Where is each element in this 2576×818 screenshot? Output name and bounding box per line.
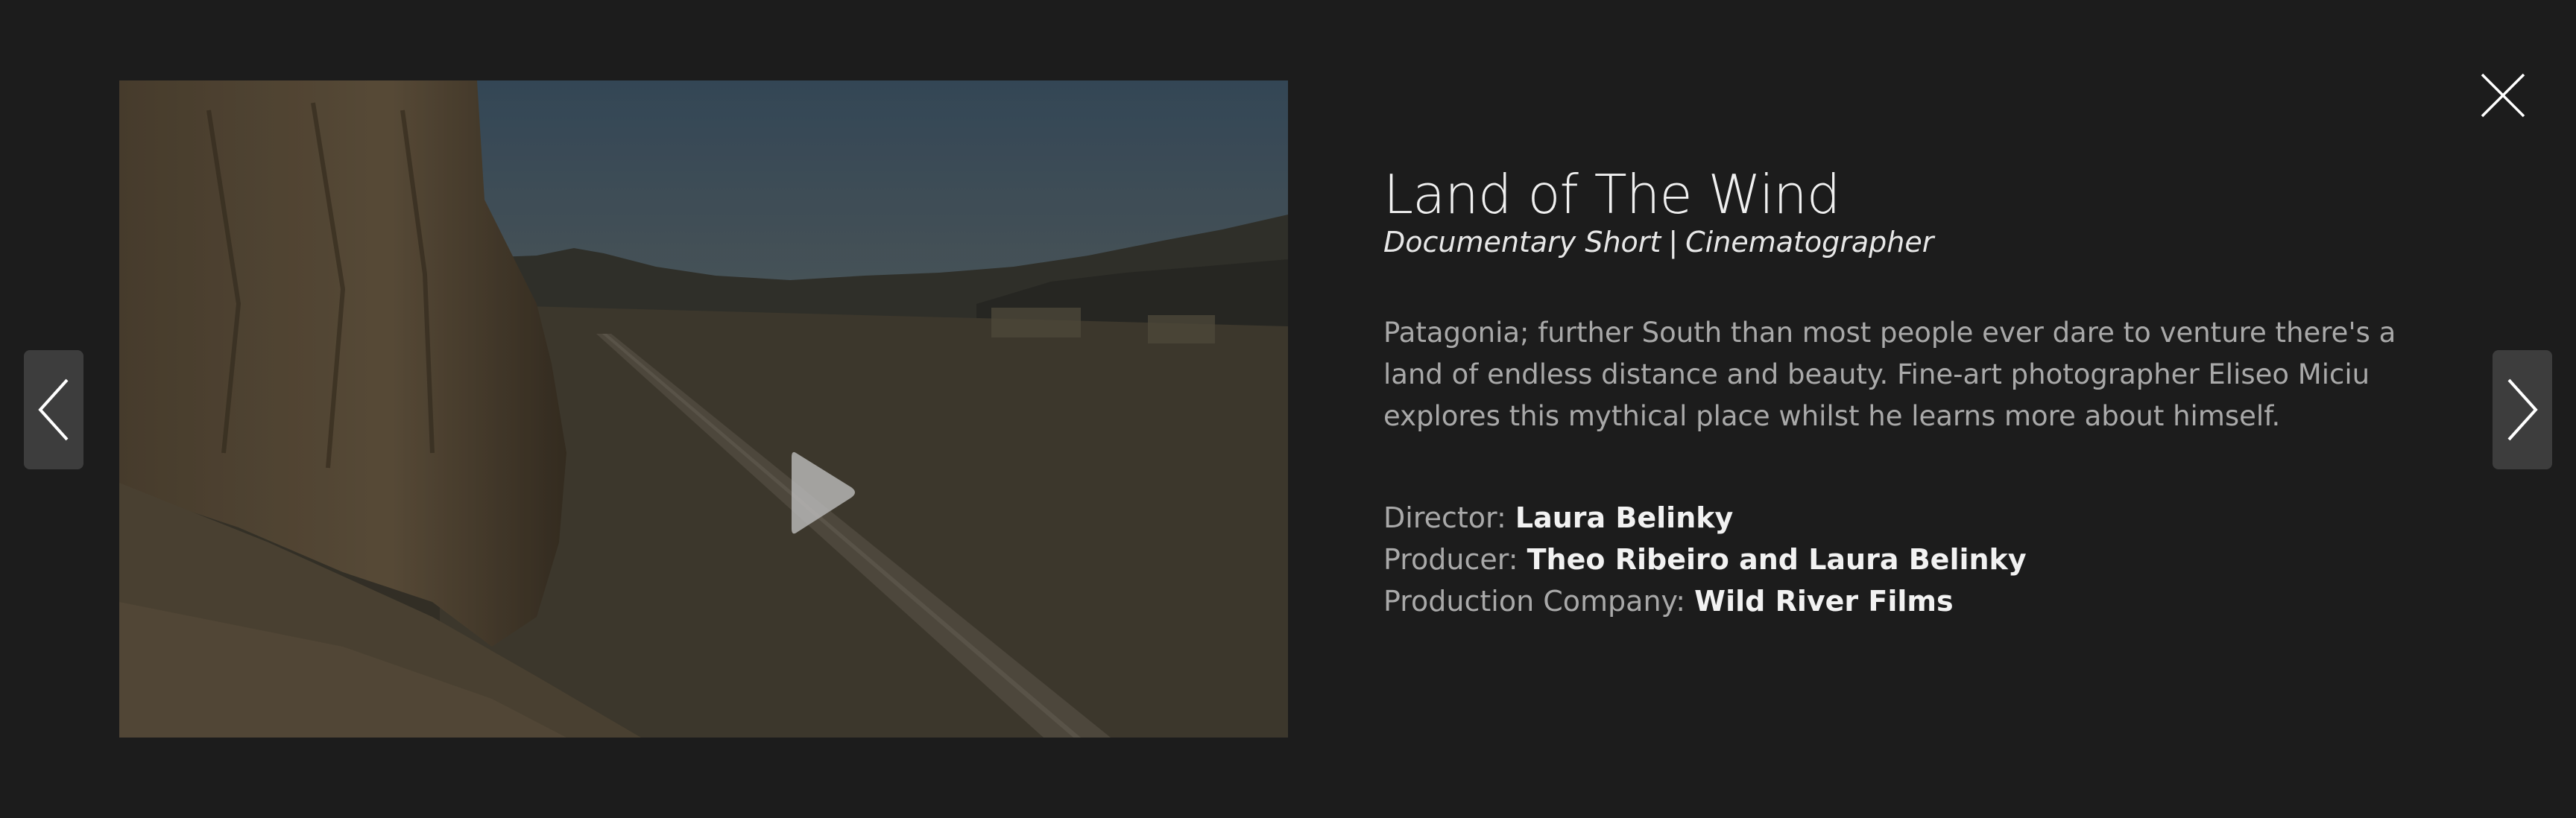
credit-producer: Producer: Theo Ribeiro and Laura Belinky — [1383, 539, 2442, 580]
video-lightbox: Land of The Wind Documentary Short | Cinem… — [0, 0, 2576, 818]
credits-list: Director: Laura Belinky Producer: Theo R… — [1383, 497, 2442, 622]
chevron-right-icon — [2507, 378, 2538, 441]
video-player[interactable] — [119, 80, 1288, 738]
credit-value: Theo Ribeiro and Laura Belinky — [1527, 542, 2027, 576]
credit-value: Wild River Films — [1694, 584, 1954, 618]
credit-label: Production Company: — [1383, 584, 1686, 618]
project-info: Land of The Wind Documentary Short | Cinem… — [1383, 165, 2442, 622]
next-button[interactable] — [2493, 350, 2552, 469]
project-subtitle: Documentary Short | Cinematographer — [1383, 226, 2442, 260]
chevron-left-icon — [38, 378, 69, 441]
video-thumbnail — [119, 80, 1288, 738]
credit-label: Producer: — [1383, 542, 1518, 576]
close-icon[interactable] — [2473, 66, 2533, 125]
credit-label: Director: — [1383, 501, 1506, 534]
credit-director: Director: Laura Belinky — [1383, 497, 2442, 539]
previous-button[interactable] — [24, 350, 83, 469]
credit-value: Laura Belinky — [1515, 501, 1734, 534]
project-description: Patagonia; further South than most peopl… — [1383, 316, 2396, 432]
play-icon[interactable] — [768, 437, 880, 548]
project-role: Cinematographer — [1685, 226, 1934, 259]
project-title: Land of The Wind — [1383, 163, 1841, 226]
project-category: Documentary Short — [1383, 226, 1661, 259]
subtitle-separator: | — [1668, 226, 1679, 259]
credit-production-company: Production Company: Wild River Films — [1383, 580, 2442, 622]
